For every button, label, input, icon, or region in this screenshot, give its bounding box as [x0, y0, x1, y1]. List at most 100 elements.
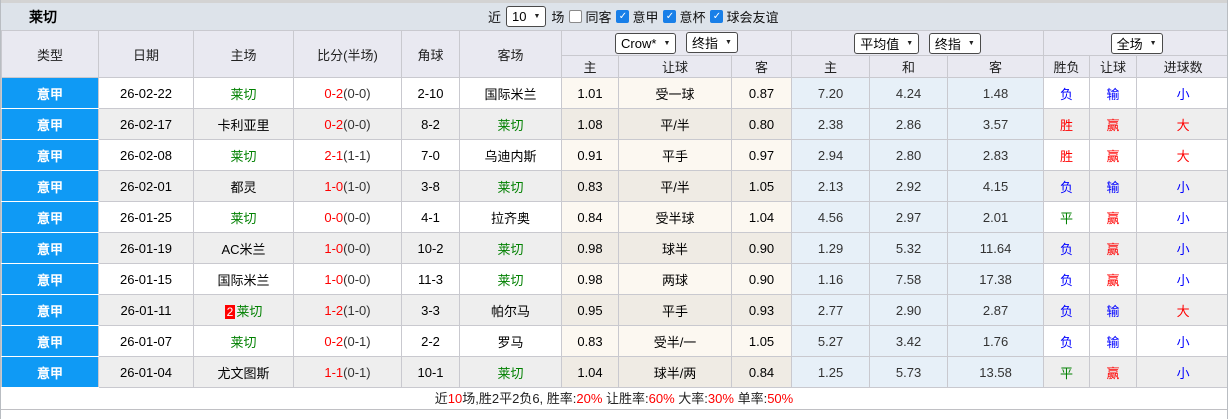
filter-same-away[interactable]: 同客: [569, 7, 611, 26]
team-name: 都灵: [230, 179, 257, 195]
europe-company-select[interactable]: 平均值 ▼: [854, 32, 920, 54]
away-team-link[interactable]: 罗马: [497, 335, 523, 350]
asia-company-select[interactable]: Crow* ▼: [615, 33, 677, 54]
chevron-down-icon: ▼: [1149, 39, 1157, 47]
filter-label: 同客: [585, 10, 612, 25]
europe-stage-select[interactable]: 终指 ▼: [928, 32, 981, 54]
asia-away-odds: 0.90: [730, 263, 793, 295]
team-name: 莱切: [497, 272, 524, 288]
league-link[interactable]: 意甲: [1, 201, 99, 233]
home-team-link[interactable]: 卡利亚里: [217, 118, 269, 133]
home-team-link[interactable]: 莱切: [230, 149, 256, 164]
result-scope-select[interactable]: 全场 ▼: [1110, 32, 1163, 54]
away-team-link[interactable]: 拉齐奥: [491, 211, 530, 226]
filter-checkbox[interactable]: ✓: [616, 10, 630, 23]
asia-home-odds: 0.98: [561, 263, 619, 295]
league-link[interactable]: 意甲: [1, 139, 99, 171]
league-link[interactable]: 意甲: [1, 77, 99, 109]
half-time-score: (0-0): [343, 271, 371, 287]
filter-checkbox[interactable]: ✓: [710, 10, 724, 23]
match-row: 意甲 26-01-11 2 莱切 1-2(1-0) 3-3 帕尔马 0.95 平手 0.93 2.7…: [1, 294, 1227, 326]
match-date: 26-01-11: [98, 294, 194, 326]
away-team-link[interactable]: 莱切: [497, 273, 523, 288]
result-scope-value: 全场: [1116, 36, 1143, 52]
league-link[interactable]: 意甲: [1, 232, 99, 264]
home-team-link[interactable]: 2 莱切: [224, 304, 262, 319]
result-handicap: 输: [1089, 325, 1138, 357]
home-team-link[interactable]: AC米兰: [221, 242, 265, 257]
summary-segment: 大率:: [674, 391, 708, 406]
league-link[interactable]: 意甲: [1, 325, 99, 357]
team-name: 莱切: [497, 241, 524, 257]
home-team-link[interactable]: 莱切: [230, 211, 256, 226]
away-team-link[interactable]: 莱切: [497, 242, 523, 257]
result-handicap: 赢: [1089, 232, 1138, 264]
filter-serie-a[interactable]: ✓ 意甲: [616, 7, 658, 26]
home-team-link[interactable]: 国际米兰: [217, 273, 269, 288]
summary-segment: 场,胜2平2负6, 胜率:: [462, 391, 577, 406]
team-name: 莱切: [230, 210, 257, 226]
col-header-asia-away: 客: [730, 55, 793, 78]
europe-draw-odds: 7.58: [869, 263, 949, 295]
home-team-cell: 莱切: [193, 325, 294, 357]
filter-checkbox[interactable]: [569, 10, 583, 23]
team-name: 国际米兰: [217, 272, 270, 288]
col-header-corner: 角球: [401, 30, 460, 78]
chevron-down-icon: ▼: [663, 40, 671, 47]
home-team-link[interactable]: 都灵: [230, 180, 256, 195]
league-link[interactable]: 意甲: [1, 356, 99, 388]
result-goals: 大: [1136, 294, 1227, 326]
home-team-cell: 2 莱切: [193, 294, 294, 326]
result-group-header: 全场 ▼: [1043, 30, 1227, 56]
match-row: 意甲 26-01-07 莱切 0-2(0-1) 2-2 罗马 0.83 受半/一 1.05 5.2…: [1, 325, 1227, 357]
summary-segment: 20%: [576, 391, 603, 406]
col-header-europe-home: 主: [791, 55, 871, 78]
filter-coppa-italia[interactable]: ✓ 意杯: [663, 7, 705, 26]
result-goals: 大: [1136, 139, 1227, 171]
match-row: 意甲 26-02-01 都灵 1-0(1-0) 3-8 莱切 0.83 平/半 1.05 2.13…: [1, 170, 1227, 202]
team-name: 帕尔马: [490, 303, 530, 319]
league-link[interactable]: 意甲: [1, 294, 99, 326]
team-name: 罗马: [497, 334, 524, 350]
home-team-link[interactable]: 莱切: [230, 87, 256, 102]
corner-count: 7-0: [401, 139, 460, 171]
asia-stage-select[interactable]: 终指 ▼: [686, 32, 738, 53]
league-link[interactable]: 意甲: [1, 108, 99, 140]
asia-away-odds: 1.05: [730, 170, 793, 202]
away-team-link[interactable]: 莱切: [497, 118, 523, 133]
away-team-link[interactable]: 乌迪内斯: [484, 149, 536, 164]
asia-away-odds: 0.93: [730, 294, 793, 326]
league-link[interactable]: 意甲: [1, 170, 99, 202]
away-team-link[interactable]: 莱切: [497, 180, 523, 195]
europe-away-odds: 11.64: [947, 232, 1045, 264]
asia-handicap: 球半: [618, 232, 732, 264]
europe-home-odds: 4.56: [791, 201, 871, 233]
half-time-score: (1-0): [343, 178, 371, 194]
home-team-link[interactable]: 尤文图斯: [217, 366, 269, 381]
team-name: 卡利亚里: [217, 117, 270, 133]
match-date: 26-01-19: [98, 232, 194, 264]
away-team-cell: 乌迪内斯: [459, 139, 562, 171]
full-time-score: 1-0: [324, 178, 344, 194]
result-wdl: 负: [1043, 294, 1091, 326]
europe-home-odds: 2.13: [791, 170, 871, 202]
filter-checkbox[interactable]: ✓: [663, 10, 677, 23]
home-team-link[interactable]: 莱切: [230, 335, 256, 350]
away-team-link[interactable]: 莱切: [497, 366, 523, 381]
away-team-link[interactable]: 国际米兰: [484, 87, 536, 102]
europe-home-odds: 7.20: [791, 77, 871, 109]
asia-away-odds: 0.97: [730, 139, 793, 171]
league-link[interactable]: 意甲: [1, 263, 99, 295]
asia-home-odds: 0.98: [561, 232, 619, 264]
away-team-link[interactable]: 帕尔马: [491, 304, 530, 319]
europe-draw-odds: 2.86: [869, 108, 949, 140]
europe-away-odds: 1.76: [947, 325, 1045, 357]
filter-club-friendly[interactable]: ✓ 球会友谊: [710, 7, 779, 26]
result-goals: 小: [1136, 325, 1227, 357]
match-row: 意甲 26-02-08 莱切 2-1(1-1) 7-0 乌迪内斯 0.91 平手 0.97 2.9…: [1, 139, 1227, 171]
europe-home-odds: 1.29: [791, 232, 871, 264]
header-row-groups: 类型 日期 主场 比分(半场) 角球 客场 Crow* ▼ 终指 ▼ 平均值 ▼…: [1, 30, 1227, 78]
asia-away-odds: 0.80: [730, 108, 793, 140]
recent-count-select[interactable]: 10 ▼: [506, 6, 547, 27]
full-time-score: 0-0: [324, 209, 344, 225]
